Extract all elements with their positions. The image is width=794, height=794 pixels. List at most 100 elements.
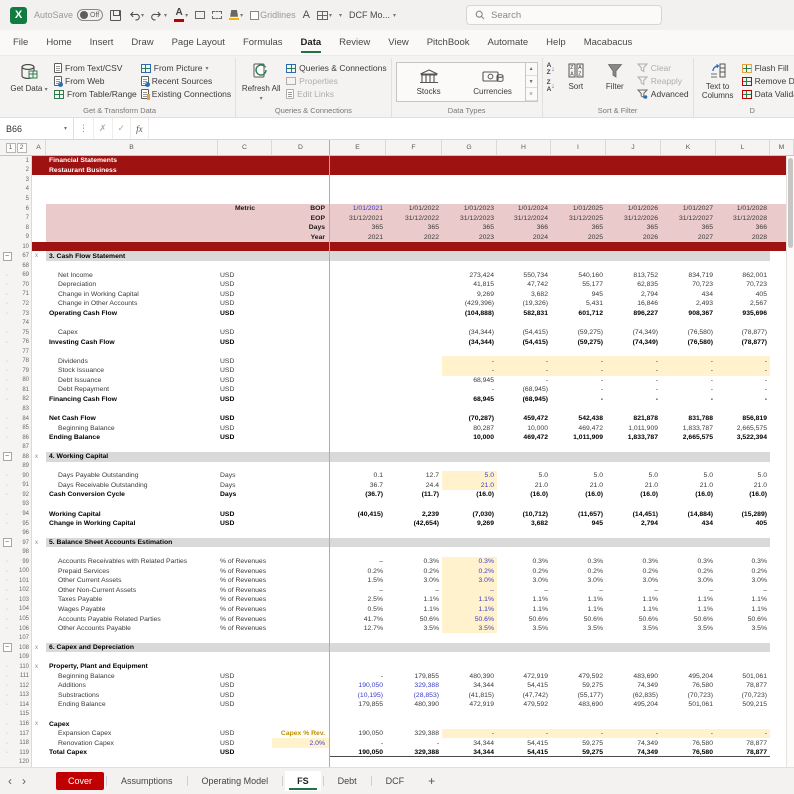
- cell-G81[interactable]: -: [442, 385, 497, 395]
- cell-E99[interactable]: –: [330, 557, 386, 567]
- cell-I76[interactable]: (59,275): [551, 337, 606, 347]
- cell-G79[interactable]: -: [442, 366, 497, 376]
- cell-I107[interactable]: [551, 633, 606, 643]
- gridlines-toggle[interactable]: Gridlines: [250, 10, 296, 20]
- cell-L77[interactable]: [716, 347, 770, 357]
- cell-D83[interactable]: [272, 404, 330, 414]
- row-number-102[interactable]: 102: [14, 585, 32, 596]
- column-header-C[interactable]: C: [218, 140, 272, 155]
- cell-G3[interactable]: [442, 175, 497, 185]
- cell-D120[interactable]: [272, 757, 330, 767]
- cell-C98[interactable]: [218, 547, 272, 557]
- cell-A111[interactable]: [32, 672, 46, 682]
- cell-J115[interactable]: [606, 710, 661, 720]
- recent-sources-button[interactable]: Recent Sources: [140, 76, 231, 87]
- cell-H89[interactable]: [497, 462, 551, 472]
- cell-H6[interactable]: 1/01/2024: [497, 203, 551, 214]
- cell-D5[interactable]: [272, 194, 330, 204]
- cell-B119[interactable]: Total Capex: [46, 748, 218, 758]
- cell-G85[interactable]: 80,287: [442, 423, 497, 433]
- cell-G67[interactable]: [442, 251, 497, 262]
- cell-L109[interactable]: [716, 652, 770, 662]
- cell-H78[interactable]: -: [497, 356, 551, 367]
- cell-F69[interactable]: [386, 271, 442, 281]
- cell-K8[interactable]: 365: [661, 222, 716, 233]
- cell-F82[interactable]: [386, 395, 442, 405]
- cell-F113[interactable]: (28,853): [386, 691, 442, 701]
- cell-B120[interactable]: [46, 757, 218, 767]
- cell-L97[interactable]: [716, 537, 770, 548]
- cell-K91[interactable]: 21.0: [661, 481, 716, 491]
- cell-B68[interactable]: [46, 261, 218, 271]
- cell-A105[interactable]: [32, 614, 46, 624]
- cell-J85[interactable]: 1,011,909: [606, 423, 661, 433]
- cell-B116[interactable]: Capex: [46, 719, 218, 729]
- cell-H79[interactable]: -: [497, 366, 551, 376]
- cell-G94[interactable]: (7,030): [442, 509, 497, 519]
- cell-C75[interactable]: USD: [218, 328, 272, 338]
- ribbon-tab-file[interactable]: File: [4, 32, 37, 55]
- cell-K4[interactable]: [661, 185, 716, 195]
- cell-I75[interactable]: (59,275): [551, 328, 606, 338]
- sheet-tab-cover[interactable]: Cover: [56, 772, 105, 790]
- cell-A77[interactable]: [32, 347, 46, 357]
- cell-C105[interactable]: % of Revenues: [218, 614, 272, 624]
- cell-A67[interactable]: x: [32, 251, 46, 261]
- cell-A116[interactable]: x: [32, 719, 46, 729]
- cell-L86[interactable]: 3,522,394: [716, 433, 770, 443]
- cell-I100[interactable]: 0.2%: [551, 567, 606, 577]
- cell-D74[interactable]: [272, 318, 330, 328]
- cell-J110[interactable]: [606, 662, 661, 672]
- cell-C99[interactable]: % of Revenues: [218, 557, 272, 567]
- reapply-button[interactable]: Reapply: [636, 76, 689, 86]
- cell-D107[interactable]: [272, 633, 330, 643]
- table-style-button[interactable]: ▾: [316, 10, 332, 20]
- cell-C73[interactable]: USD: [218, 309, 272, 319]
- cell-J109[interactable]: [606, 652, 661, 662]
- cell-E109[interactable]: [330, 652, 386, 662]
- cell-C70[interactable]: USD: [218, 280, 272, 290]
- ribbon-tab-help[interactable]: Help: [537, 32, 575, 55]
- cell-J76[interactable]: (74,349): [606, 337, 661, 347]
- cell-A83[interactable]: [32, 404, 46, 414]
- cell-B8[interactable]: [46, 222, 218, 233]
- cell-A99[interactable]: [32, 557, 46, 567]
- cell-I95[interactable]: 945: [551, 519, 606, 529]
- cell-K90[interactable]: 5.0: [661, 471, 716, 481]
- cell-L2[interactable]: [716, 165, 770, 176]
- row-number-6[interactable]: 6: [14, 203, 32, 214]
- cell-I8[interactable]: 365: [551, 222, 606, 233]
- cell-C96[interactable]: [218, 528, 272, 538]
- cell-E85[interactable]: [330, 423, 386, 433]
- cell-B92[interactable]: Cash Conversion Cycle: [46, 490, 218, 500]
- row-number-116[interactable]: 116: [14, 719, 32, 729]
- cell-H77[interactable]: [497, 347, 551, 357]
- cell-H81[interactable]: (68,945): [497, 385, 551, 395]
- cell-L94[interactable]: (15,289): [716, 509, 770, 519]
- cell-A79[interactable]: [32, 366, 46, 376]
- cell-K76[interactable]: (76,580): [661, 337, 716, 347]
- cell-B86[interactable]: Ending Balance: [46, 433, 218, 443]
- cell-A101[interactable]: [32, 576, 46, 586]
- cell-D112[interactable]: [272, 681, 330, 691]
- cell-A70[interactable]: [32, 280, 46, 290]
- cell-A97[interactable]: x: [32, 538, 46, 548]
- redo-button[interactable]: ▾: [151, 9, 167, 21]
- cell-J4[interactable]: [606, 185, 661, 195]
- cell-E93[interactable]: [330, 500, 386, 510]
- column-header-A[interactable]: A: [32, 140, 46, 155]
- cell-I99[interactable]: 0.3%: [551, 557, 606, 567]
- column-header-M[interactable]: M: [770, 140, 794, 155]
- cell-G84[interactable]: (70,287): [442, 414, 497, 424]
- cell-L108[interactable]: [716, 642, 770, 653]
- cell-G68[interactable]: [442, 261, 497, 271]
- cell-G120[interactable]: [442, 757, 497, 767]
- cell-K69[interactable]: 834,719: [661, 271, 716, 281]
- row-number-108[interactable]: 108: [14, 642, 32, 653]
- cell-E9[interactable]: 2021: [330, 232, 386, 242]
- cell-K99[interactable]: 0.3%: [661, 557, 716, 567]
- cell-G10[interactable]: [442, 241, 497, 252]
- ribbon-tab-home[interactable]: Home: [37, 32, 80, 55]
- cell-I106[interactable]: 3.5%: [551, 624, 606, 634]
- cell-I2[interactable]: [551, 165, 606, 176]
